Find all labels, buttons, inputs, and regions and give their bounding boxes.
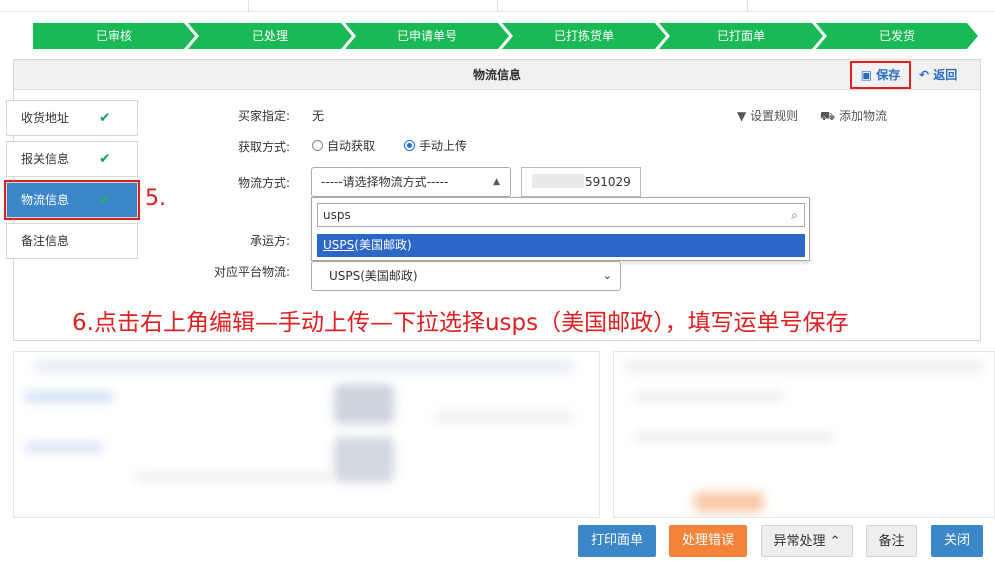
add-logistics-link[interactable]: ⛟ 添加物流 [820,107,887,125]
radio-auto-acquire[interactable]: 自动获取 [312,138,375,154]
blurred-panel-right [613,351,995,518]
step-5-annotation: 5. [145,186,166,211]
panel-header: 物流信息 ▣ 保存 ↶ 返回 [14,60,980,90]
chevron-down-icon: ⌄ [602,269,612,282]
chevron-up-icon: ⌃ [829,534,841,549]
set-rule-link[interactable]: ▼ 设置规则 [737,107,798,124]
save-label: 保存 [876,68,901,82]
step-processed: 已处理 [188,23,352,49]
exception-label: 异常处理 [773,534,826,549]
add-logistics-label: 添加物流 [838,109,887,123]
platform-logistics-label: 对应平台物流: [213,265,290,279]
acquire-method-label: 获取方式: [237,140,290,154]
order-progress-steps: 已审核 已处理 已申请单号 已打拣货单 已打面单 已发货 [33,23,978,49]
handle-error-button[interactable]: 处理错误 [669,525,747,557]
tab-label: 收货地址 [21,111,70,125]
back-arrow-icon: ↶ [919,68,930,82]
step-reviewed: 已审核 [33,23,195,49]
set-rule-label: 设置规则 [750,109,799,123]
tracking-number-value: 591029 [585,175,631,189]
filter-icon: ▼ [737,109,747,123]
radio-circle-icon [312,140,323,151]
blurred-panel-left [13,351,600,518]
buyer-specified-label: 买家指定: [237,109,290,123]
step-shipped: 已发货 [816,23,978,49]
caret-up-icon: ▲ [493,177,500,187]
step-tracking-requested: 已申请单号 [345,23,509,49]
close-button[interactable]: 关闭 [931,525,983,557]
carrier-label: 承运方: [249,234,290,248]
check-icon: ✔ [99,151,111,167]
back-button[interactable]: ↶ 返回 [919,64,957,86]
option-highlight: USPS [323,238,355,252]
platform-logistics-value: USPS(美国邮政) [329,269,418,283]
logistics-method-select[interactable]: -----请选择物流方式----- ▲ [311,167,511,197]
check-icon: ✔ [99,192,111,208]
truck-icon: ⛟ [820,109,836,123]
order-detail-window: 已审核 已处理 已申请单号 已打拣货单 已打面单 已发货 物流信息 ▣ 保存 ↶… [0,0,995,563]
instruction-annotation: 6.点击右上角编辑—手动上传—下拉选择usps（美国邮政），填写运单号保存 [72,310,849,336]
radio-label: 手动上传 [419,139,468,153]
radio-manual-upload[interactable]: 手动上传 [404,138,467,154]
blurred-content [13,351,995,518]
tab-logistics-info[interactable]: 物流信息 ✔ [4,180,140,220]
dropdown-search-input[interactable]: usps ⌕ [317,203,805,227]
back-label: 返回 [933,68,958,82]
tab-shipping-address[interactable]: 收货地址 ✔ [6,100,138,136]
tab-label: 备注信息 [21,234,70,248]
panel-title: 物流信息 [472,68,521,82]
logistics-method-label: 物流方式: [237,176,290,190]
dropdown-option-usps[interactable]: USPS(美国邮政) [317,234,805,257]
search-text: usps [323,208,351,222]
radio-label: 自动获取 [327,139,376,153]
bottom-action-bar: 打印面单 处理错误 异常处理 ⌃ 备注 关闭 [0,518,995,563]
buyer-specified-value: 无 [312,109,325,123]
tab-label: 物流信息 [21,193,70,207]
option-suffix: (美国邮政) [354,238,412,252]
step-picklist-printed: 已打拣货单 [502,23,666,49]
select-placeholder: -----请选择物流方式----- [321,175,449,189]
check-icon: ✔ [99,110,111,126]
tab-customs-info[interactable]: 报关信息 ✔ [6,141,138,177]
platform-logistics-select[interactable]: USPS(美国邮政) ⌄ [311,261,621,291]
tab-label: 报关信息 [21,152,70,166]
search-icon: ⌕ [791,208,798,222]
top-strip [0,0,995,12]
step-label-printed: 已打面单 [659,23,823,49]
print-label-button[interactable]: 打印面单 [578,525,656,557]
redacted-text [532,174,584,188]
tab-notes-info[interactable]: 备注信息 [6,223,138,259]
tracking-number-input[interactable]: 591029 [521,167,641,197]
logistics-dropdown: usps ⌕ USPS(美国邮政) [311,197,810,261]
radio-selected-icon [404,140,415,151]
save-button[interactable]: ▣ 保存 [850,61,911,89]
note-button[interactable]: 备注 [866,525,917,557]
floppy-disk-icon: ▣ [860,68,873,82]
exception-handling-button[interactable]: 异常处理 ⌃ [761,525,853,557]
